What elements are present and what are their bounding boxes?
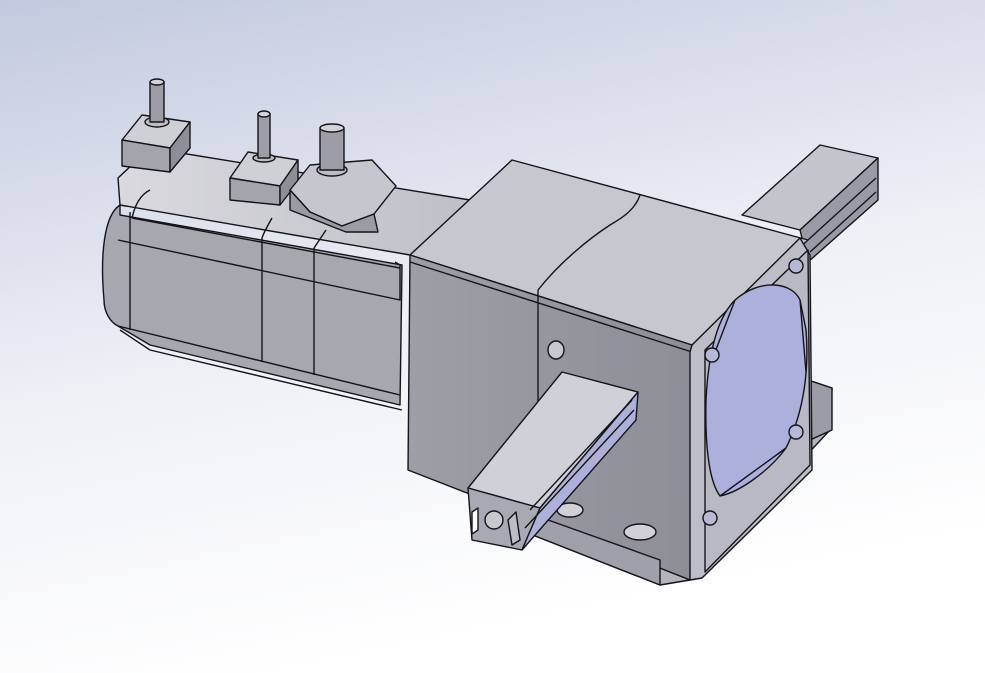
model-view bbox=[0, 0, 985, 673]
flange-hole-tl bbox=[704, 347, 720, 363]
flange-hole-br bbox=[788, 424, 804, 440]
plate-hole-right bbox=[623, 523, 657, 541]
gearbox-mount-hole bbox=[547, 340, 565, 360]
flange-hole-bl bbox=[702, 510, 718, 526]
cad-viewport[interactable] bbox=[0, 0, 985, 673]
rail-end-hole bbox=[484, 510, 504, 530]
flange-hole-tr bbox=[788, 258, 804, 274]
